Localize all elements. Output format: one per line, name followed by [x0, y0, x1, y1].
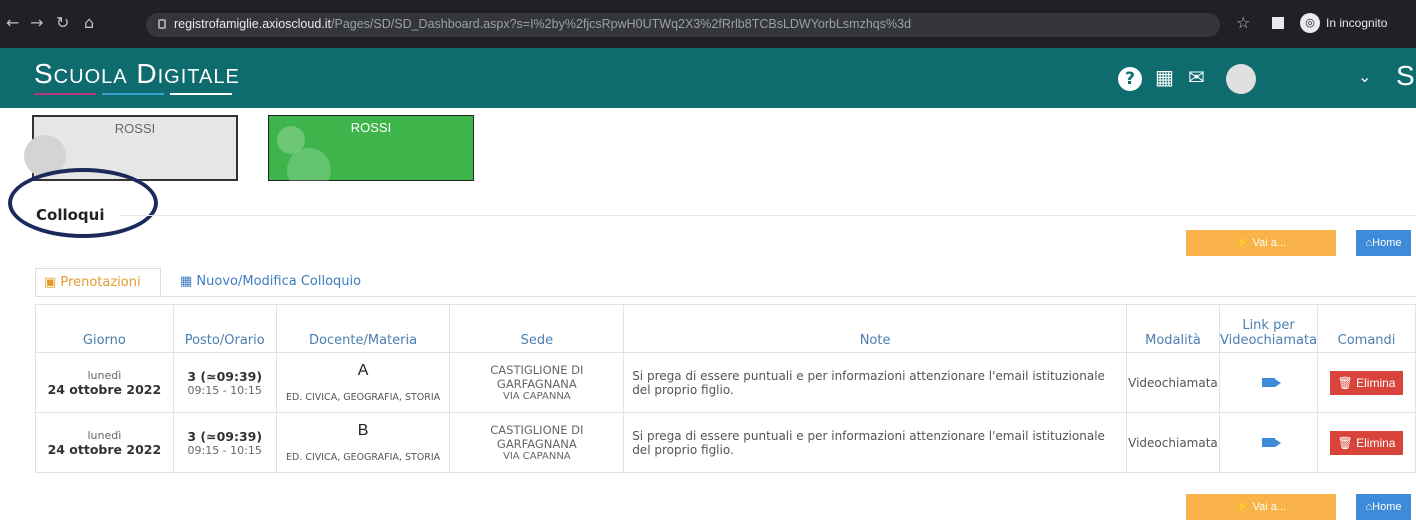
docente: B: [357, 422, 369, 439]
col-header: Sede: [449, 304, 625, 353]
section-divider: [120, 215, 1416, 216]
section-title: Colloqui: [36, 206, 105, 224]
vai-a-label: Vai a...: [1252, 501, 1287, 513]
weekday: lunedì: [87, 368, 122, 382]
table-row: lunedì 24 ottobre 2022 3 (≃09:39) 09:15 - …: [35, 412, 1416, 473]
student-card-2[interactable]: ROSSI: [268, 115, 474, 192]
materia: ED. CIVICA, GEOGRAFIA, STORIA: [285, 392, 441, 403]
address-bar[interactable]: registrofamiglie.axioscloud.it/Pages/SD/…: [146, 13, 1220, 37]
cell-link: [1218, 412, 1319, 473]
card-decoration: [287, 148, 331, 192]
col-header: Modalità: [1125, 304, 1220, 353]
vai-a-label: Vai a...: [1252, 237, 1287, 249]
incognito-icon: ◎: [1300, 13, 1320, 33]
student-name: ROSSI: [350, 120, 392, 135]
col-header: Link per Videochiamata: [1218, 304, 1319, 353]
tab-divider: [35, 296, 1416, 297]
header-cut-text: Sp: [1396, 60, 1416, 91]
video-camera-icon[interactable]: [1262, 377, 1281, 387]
cell-sede: CASTIGLIONE DI GARFAGNANA VIA CAPANNA: [449, 412, 625, 473]
bookmark-star-icon[interactable]: ☆: [1236, 13, 1250, 32]
cell-note: Si prega di essere puntuali e per inform…: [623, 352, 1127, 413]
cell-link: [1218, 352, 1319, 413]
back-icon[interactable]: ←: [6, 14, 19, 32]
posto: 3 (≃09:39): [187, 428, 263, 444]
delete-label: Elimina: [1356, 435, 1396, 450]
table-row: lunedì 24 ottobre 2022 3 (≃09:39) 09:15 - …: [35, 352, 1416, 413]
tab-label: Prenotazioni: [60, 275, 141, 290]
tab-nuovo-colloquio[interactable]: ▦ Nuovo/Modifica Colloquio: [172, 268, 369, 297]
materia: ED. CIVICA, GEOGRAFIA, STORIA: [285, 452, 441, 463]
home-browser-icon[interactable]: ⌂: [84, 14, 94, 32]
highlight-ellipse: [8, 168, 158, 238]
url-text: registrofamiglie.axioscloud.it/Pages/SD/…: [174, 17, 912, 31]
vai-a-button[interactable]: ⚡ Vai a...: [1186, 230, 1336, 256]
forward-icon[interactable]: →: [30, 14, 43, 32]
cell-giorno: lunedì 24 ottobre 2022: [35, 352, 174, 413]
help-icon[interactable]: ?: [1118, 67, 1142, 91]
col-header: Note: [623, 304, 1127, 353]
col-header: Docente/Materia: [275, 304, 451, 353]
app-header: Scuola Digitale ? ▦ ✉ ⌄ Sp: [0, 48, 1416, 108]
cell-modalita: Videochiamata: [1125, 412, 1220, 473]
chevron-down-icon[interactable]: ⌄: [1358, 64, 1371, 90]
logo-line-3: [170, 93, 232, 95]
colloqui-table: Giorno Posto/Orario Docente/Materia Sede…: [35, 304, 1416, 473]
col-header: Comandi: [1317, 304, 1416, 353]
reload-icon[interactable]: ↻: [56, 14, 69, 32]
delete-button[interactable]: 🗑 Elimina: [1329, 430, 1404, 455]
date: 24 ottobre 2022: [47, 381, 162, 397]
tab-prenotazioni[interactable]: ▣ Prenotazioni: [35, 268, 161, 297]
docente: A: [357, 362, 369, 379]
user-avatar[interactable]: [1226, 64, 1256, 94]
cell-sede: CASTIGLIONE DI GARFAGNANA VIA CAPANNA: [449, 352, 625, 413]
tab-search-icon[interactable]: [1272, 17, 1284, 29]
sede: CASTIGLIONE DI GARFAGNANA: [490, 363, 584, 391]
vai-a-button-bottom[interactable]: ⚡ Vai a...: [1186, 494, 1336, 520]
student-name: ROSSI: [114, 121, 156, 136]
cell-comandi: 🗑 Elimina: [1317, 352, 1416, 413]
col-header: Giorno: [35, 304, 174, 353]
indirizzo: VIA CAPANNA: [502, 451, 571, 462]
table-header-row: Giorno Posto/Orario Docente/Materia Sede…: [35, 304, 1416, 353]
building-icon[interactable]: ▦: [1155, 64, 1174, 90]
app-logo[interactable]: Scuola Digitale: [34, 58, 240, 90]
lock-icon: [158, 19, 166, 29]
browser-toolbar: ← → ↻ ⌂ registrofamiglie.axioscloud.it/P…: [0, 0, 1416, 48]
cell-docente: A ED. CIVICA, GEOGRAFIA, STORIA: [275, 352, 451, 413]
video-camera-icon[interactable]: [1262, 437, 1281, 447]
delete-button[interactable]: 🗑 Elimina: [1329, 370, 1404, 395]
cell-modalita: Videochiamata: [1125, 352, 1220, 413]
weekday: lunedì: [87, 428, 122, 442]
cell-comandi: 🗑 Elimina: [1317, 412, 1416, 473]
cell-docente: B ED. CIVICA, GEOGRAFIA, STORIA: [275, 412, 451, 473]
envelope-icon[interactable]: ✉: [1188, 64, 1205, 90]
delete-label: Elimina: [1356, 375, 1396, 390]
cell-note: Si prega di essere puntuali e per inform…: [623, 412, 1127, 473]
cell-giorno: lunedì 24 ottobre 2022: [35, 412, 174, 473]
orario: 09:15 - 10:15: [187, 443, 262, 457]
posto: 3 (≃09:39): [187, 368, 263, 384]
home-button-bottom[interactable]: ⌂Home: [1356, 494, 1411, 520]
tab-label: Nuovo/Modifica Colloquio: [196, 274, 362, 289]
home-button[interactable]: ⌂Home: [1356, 230, 1411, 256]
home-label: Home: [1372, 501, 1402, 513]
cell-posto: 3 (≃09:39) 09:15 - 10:15: [172, 352, 277, 413]
cell-posto: 3 (≃09:39) 09:15 - 10:15: [172, 412, 277, 473]
incognito-label: In incognito: [1326, 16, 1388, 30]
indirizzo: VIA CAPANNA: [502, 391, 571, 402]
logo-line-1: [34, 93, 96, 95]
home-label: Home: [1372, 237, 1402, 249]
date: 24 ottobre 2022: [47, 441, 162, 457]
orario: 09:15 - 10:15: [187, 383, 262, 397]
logo-line-2: [102, 93, 164, 95]
col-header: Posto/Orario: [172, 304, 277, 353]
sede: CASTIGLIONE DI GARFAGNANA: [490, 423, 584, 451]
